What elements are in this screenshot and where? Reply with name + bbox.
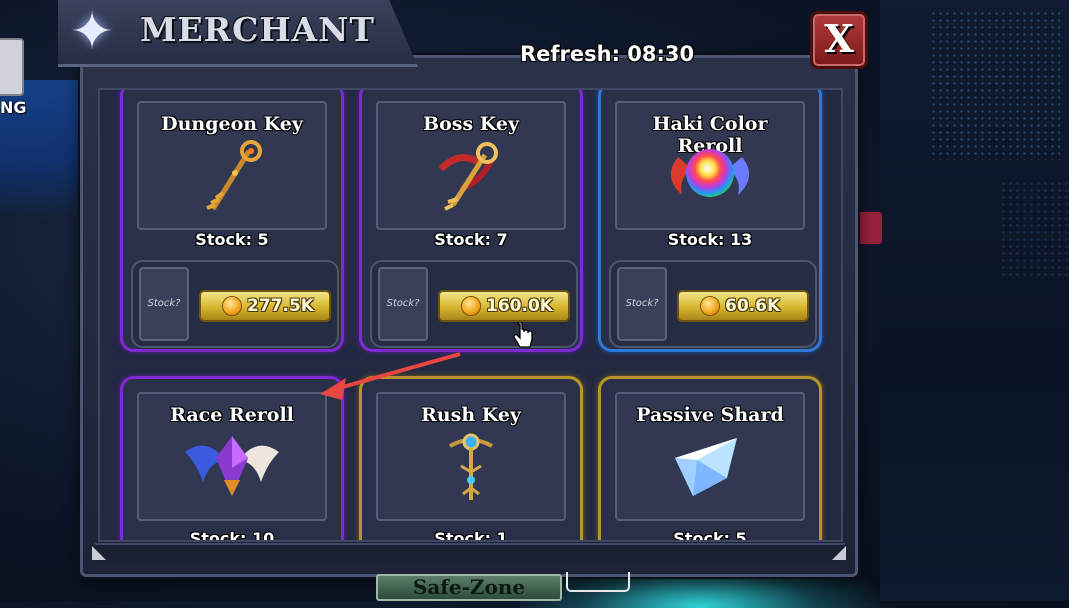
item-preview: Haki Color Reroll bbox=[615, 101, 805, 230]
coin-icon bbox=[701, 297, 719, 315]
price-label: 160.0K bbox=[486, 296, 553, 316]
item-name: Boss Key bbox=[423, 113, 519, 135]
price-label: 277.5K bbox=[247, 296, 314, 316]
background-grid-light bbox=[930, 10, 1060, 160]
scroll-bottom-bar bbox=[95, 543, 845, 561]
buy-button[interactable]: 160.0K bbox=[438, 290, 570, 322]
winged-crystal-icon bbox=[177, 428, 287, 504]
item-name: Passive Shard bbox=[636, 404, 784, 426]
shop-item-card: Passive Shard Stock: 5 bbox=[598, 376, 822, 542]
purchase-row: Stock? 160.0K bbox=[370, 260, 578, 348]
item-preview: Rush Key bbox=[376, 392, 566, 521]
left-hud-button[interactable] bbox=[0, 38, 24, 96]
gem-key-icon bbox=[436, 428, 506, 510]
coin-icon bbox=[462, 297, 480, 315]
item-preview: Passive Shard bbox=[615, 392, 805, 521]
rainbow-orb-icon bbox=[660, 137, 760, 211]
stock-hint-button[interactable]: Stock? bbox=[617, 267, 667, 341]
close-button[interactable]: X bbox=[810, 11, 868, 69]
red-arrow-annotation bbox=[320, 352, 461, 400]
buy-button[interactable]: 60.6K bbox=[677, 290, 809, 322]
shop-item-card: Boss Key Stock: 7 Stock? 160.0K bbox=[359, 90, 583, 352]
star-icon: ✦ bbox=[70, 2, 114, 62]
item-stock: Stock: 1 bbox=[434, 529, 508, 542]
hand-cursor-icon bbox=[513, 322, 533, 348]
background-grid-light bbox=[1000, 180, 1069, 280]
item-name: Dungeon Key bbox=[161, 113, 303, 135]
safe-zone-label: Safe-Zone bbox=[376, 574, 562, 601]
item-stock: Stock: 5 bbox=[673, 529, 747, 542]
ornate-key-icon bbox=[197, 139, 267, 223]
background-red-block bbox=[856, 212, 882, 244]
shop-item-card: Dungeon Key Stock: 5 Stock? 277.5K bbox=[120, 90, 344, 352]
purchase-row: Stock? 60.6K bbox=[609, 260, 817, 348]
item-stock: Stock: 10 bbox=[189, 529, 275, 542]
hud-frame bbox=[566, 572, 630, 592]
item-name: Race Reroll bbox=[170, 404, 294, 426]
buy-button[interactable]: 277.5K bbox=[199, 290, 331, 322]
price-label: 60.6K bbox=[725, 296, 781, 316]
coin-icon bbox=[223, 297, 241, 315]
left-hud-label: NG bbox=[0, 98, 27, 117]
item-preview: Boss Key bbox=[376, 101, 566, 230]
crystal-shard-icon bbox=[665, 430, 755, 506]
ribbon-key-icon bbox=[431, 139, 511, 223]
refresh-timer: Refresh: 08:30 bbox=[520, 42, 695, 66]
window-title: MERCHANT bbox=[140, 10, 375, 49]
item-preview: Dungeon Key bbox=[137, 101, 327, 230]
item-preview: Race Reroll bbox=[137, 392, 327, 521]
item-grid[interactable]: Dungeon Key Stock: 5 Stock? 277.5K Boss … bbox=[98, 88, 843, 542]
item-stock: Stock: 5 bbox=[195, 230, 269, 249]
stock-hint-button[interactable]: Stock? bbox=[378, 267, 428, 341]
purchase-row: Stock? 277.5K bbox=[131, 260, 339, 348]
stock-hint-button[interactable]: Stock? bbox=[139, 267, 189, 341]
shop-item-card: Haki Color Reroll Stock: 13 Stock? 60.6K bbox=[598, 90, 822, 352]
item-stock: Stock: 13 bbox=[667, 230, 753, 249]
item-stock: Stock: 7 bbox=[434, 230, 508, 249]
